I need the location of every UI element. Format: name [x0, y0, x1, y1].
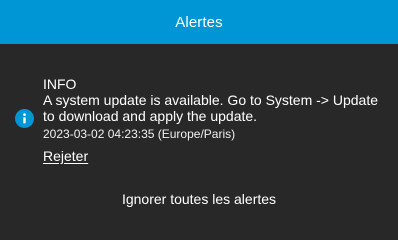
dismiss-alert-link[interactable]: Rejeter [43, 148, 88, 164]
alerts-header: Alertes [0, 0, 398, 44]
alert-message: A system update is available. Go to Syst… [43, 92, 379, 124]
alert-timestamp: 2023-03-02 04:23:35 (Europe/Paris) [43, 127, 236, 141]
alert-item: INFO A system update is available. Go to… [0, 72, 398, 164]
alerts-title: Alertes [175, 13, 223, 31]
alert-body: INFO A system update is available. Go to… [43, 76, 388, 166]
dismiss-all-button[interactable]: Ignorer toutes les alertes [0, 190, 398, 208]
alert-level: INFO [43, 76, 77, 92]
info-icon [15, 109, 34, 128]
